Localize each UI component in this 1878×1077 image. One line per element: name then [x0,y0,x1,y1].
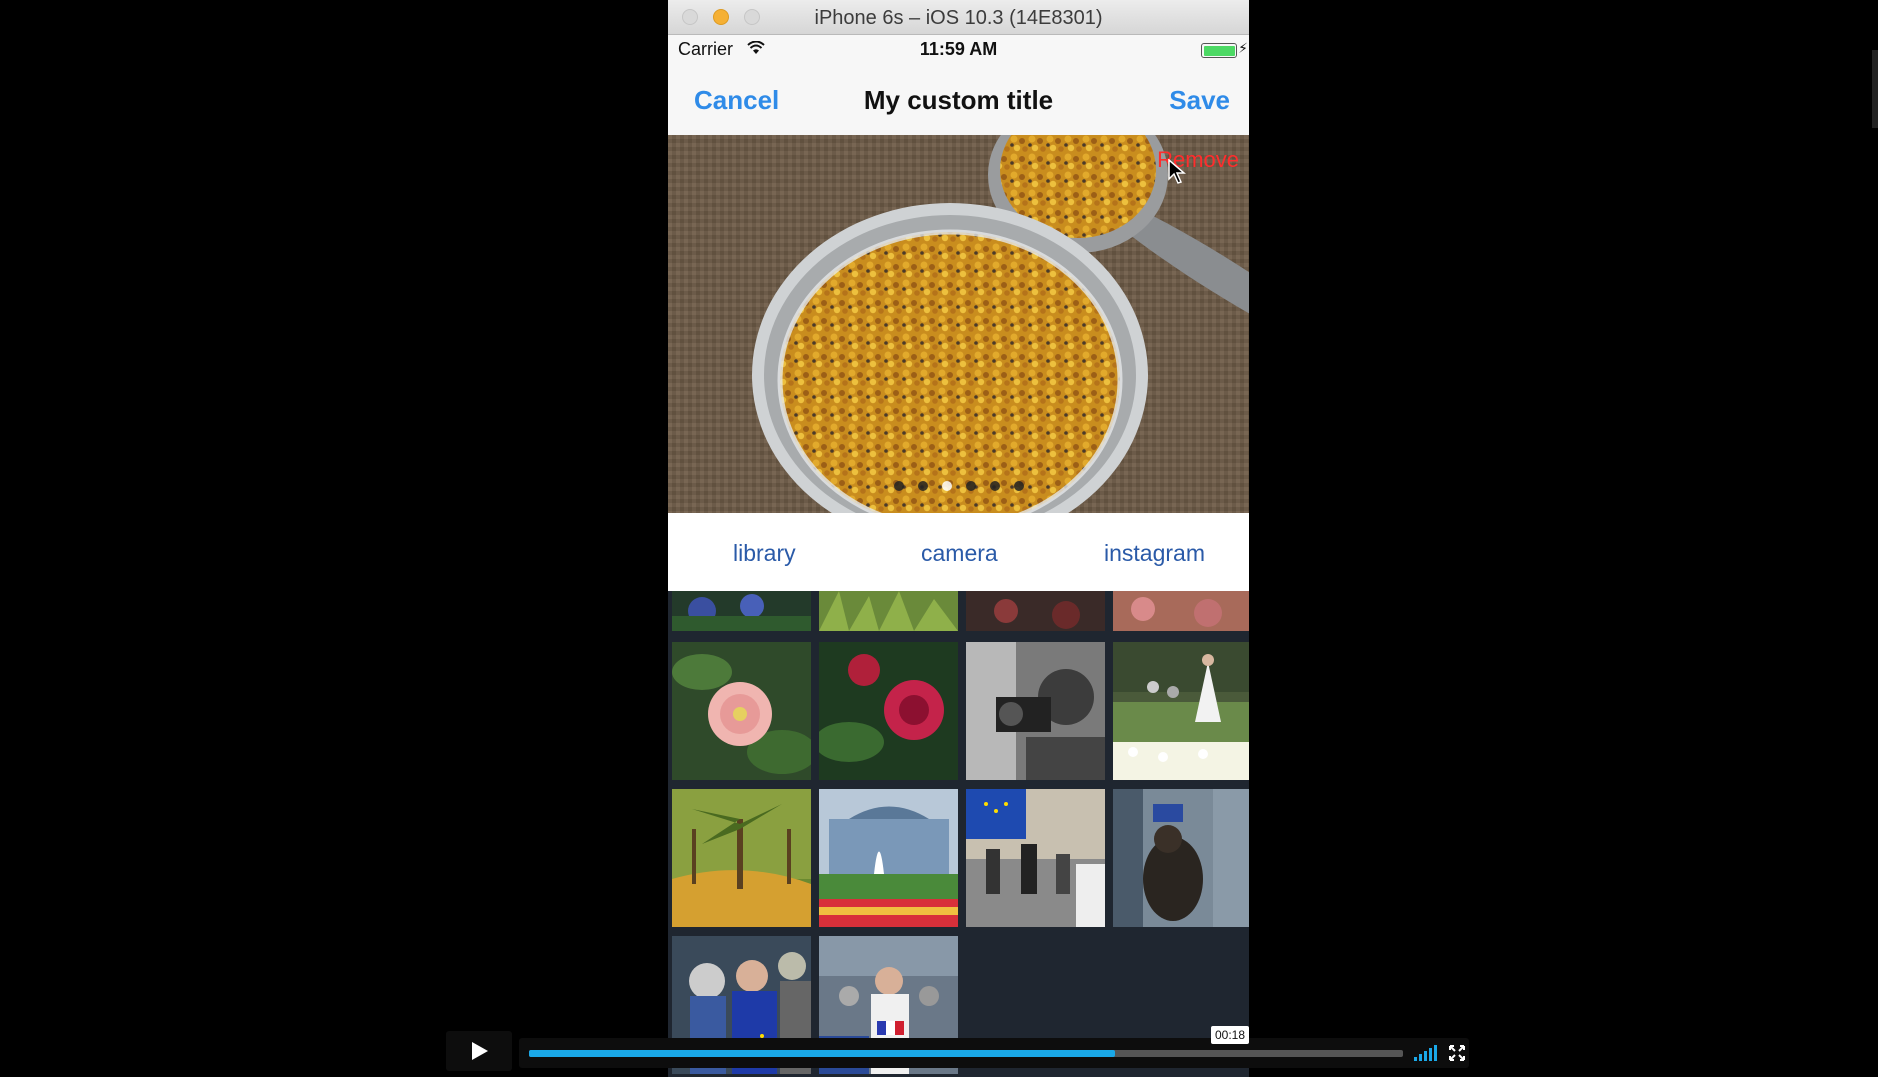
volume-icon[interactable] [1414,1045,1438,1061]
page-dot[interactable] [989,481,1000,491]
photo-thumbnail[interactable] [966,789,1105,927]
library-tab[interactable]: library [733,540,796,567]
video-controls-bar: 00:18 [519,1026,1469,1068]
photo-thumbnail[interactable] [1113,642,1249,780]
page-dot[interactable] [1013,481,1024,491]
photo-thumbnail[interactable] [966,642,1105,780]
photo-thumbnail[interactable] [1113,789,1249,927]
page-title: My custom title [863,85,1054,115]
page-dot[interactable] [893,481,904,491]
photo-thumbnail[interactable] [672,591,811,631]
battery-icon [1201,43,1237,58]
navigation-bar: Cancel My custom title Save [668,65,1249,136]
mouse-cursor-icon [1168,159,1186,184]
progress-track[interactable] [529,1050,1403,1057]
camera-tab[interactable]: camera [921,540,998,567]
time-tooltip: 00:18 [1211,1026,1249,1044]
photo-grid [668,591,1249,1077]
window-edge [1872,50,1878,128]
selected-photo[interactable]: Remove [668,135,1249,513]
save-button[interactable]: Save [1169,85,1230,116]
play-icon [472,1042,488,1060]
bee-pollen-jar-image [668,135,1249,513]
charging-icon: ⚡ [1238,40,1248,56]
page-dot-active[interactable] [941,481,952,491]
photo-thumbnail[interactable] [819,591,958,631]
instagram-tab[interactable]: instagram [1104,540,1205,567]
window-title: iPhone 6s – iOS 10.3 (14E8301) [814,7,1103,29]
play-button[interactable] [446,1031,512,1071]
photo-thumbnail[interactable] [672,642,811,780]
photo-thumbnail[interactable] [672,789,811,927]
status-time: 11:59 AM [919,39,998,59]
page-indicator[interactable] [668,481,1249,491]
photo-thumbnail[interactable] [966,591,1105,631]
fullscreen-icon[interactable] [1449,1045,1465,1061]
progress-fill [529,1050,1115,1057]
page-dot[interactable] [917,481,928,491]
page-dot[interactable] [965,481,976,491]
photo-thumbnail[interactable] [819,789,958,927]
ios-status-bar: Carrier 11:59 AM ⚡ [668,35,1249,65]
simulator-window: iPhone 6s – iOS 10.3 (14E8301) Carrier 1… [668,0,1249,1077]
source-tab-bar: library camera instagram [668,513,1249,591]
photo-thumbnail[interactable] [819,642,958,780]
simulator-titlebar: iPhone 6s – iOS 10.3 (14E8301) [668,0,1249,35]
photo-thumbnail[interactable] [1113,591,1249,631]
